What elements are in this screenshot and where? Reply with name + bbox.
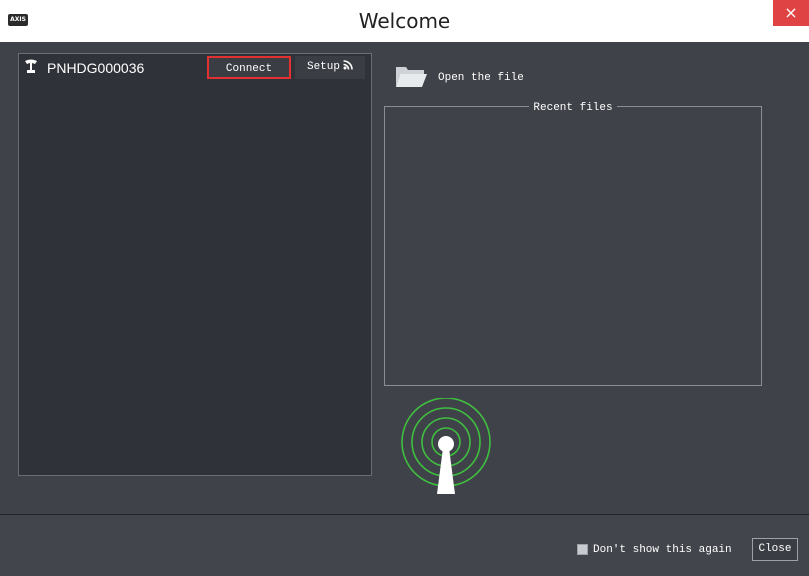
title-bar: AXIS Welcome ×: [0, 0, 809, 42]
device-item[interactable]: PNHDG000036 Connect Setup: [19, 54, 371, 84]
radar-icon: [25, 59, 37, 73]
setup-button[interactable]: Setup: [295, 56, 365, 79]
open-file-label: Open the file: [438, 72, 524, 84]
recent-files-group: Recent files: [384, 102, 762, 386]
dont-show-again-checkbox[interactable]: [577, 544, 588, 555]
wireless-signal-icon: [401, 398, 491, 494]
close-button[interactable]: Close: [752, 538, 798, 561]
dont-show-again-label: Don't show this again: [593, 544, 732, 556]
footer-bar: Don't show this again Close: [0, 514, 809, 576]
recent-files-title: Recent files: [529, 102, 617, 114]
close-window-button[interactable]: ×: [773, 0, 809, 26]
connect-button[interactable]: Connect: [207, 56, 291, 79]
rss-icon: [343, 60, 353, 70]
device-name: PNHDG000036: [47, 60, 145, 76]
recent-files-legend: Recent files: [385, 99, 761, 115]
device-list: PNHDG000036 Connect Setup: [18, 53, 372, 476]
folder-icon: [396, 67, 427, 87]
setup-label: Setup: [306, 61, 340, 73]
window-title: Welcome: [358, 9, 451, 33]
welcome-window: AXIS Welcome × PNHDG000036 Connect Setup: [0, 0, 809, 576]
